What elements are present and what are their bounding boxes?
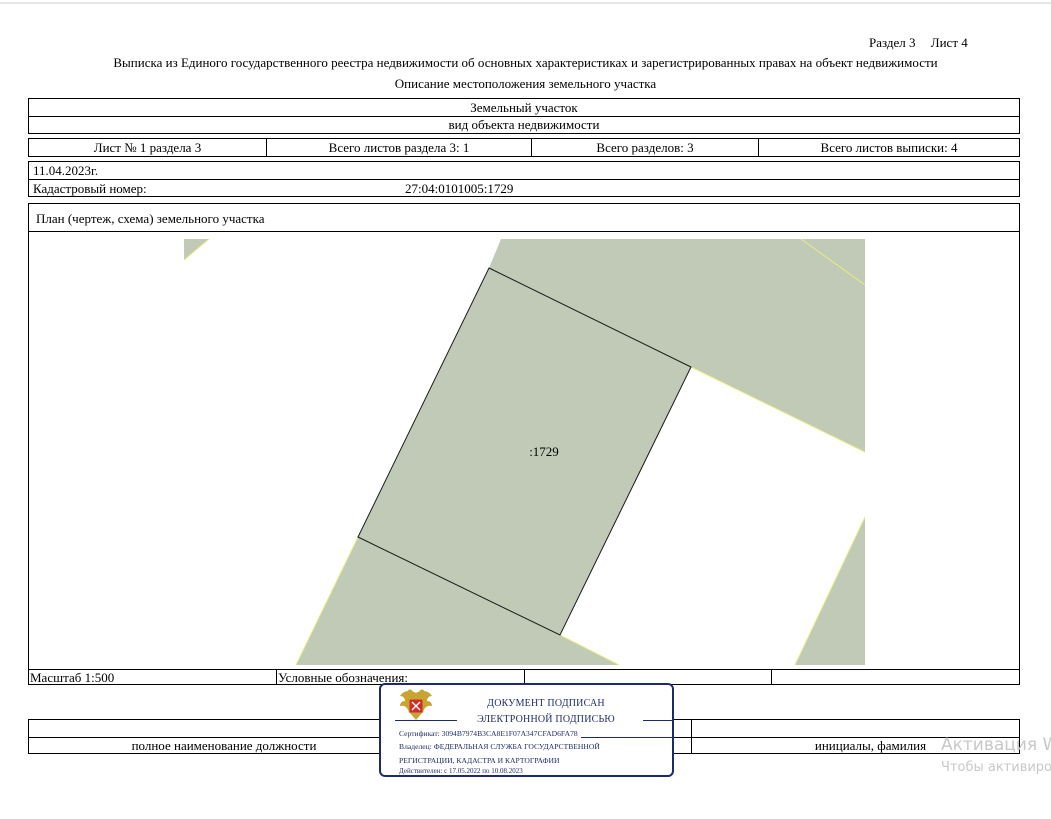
stamp-certificate: Сертификат: 3094B7974B3CA8E1F07A347CFAD6… [399, 729, 578, 738]
divider [29, 179, 1019, 180]
object-type-caption-row: вид объекта недвижимости [28, 116, 1020, 134]
stamp-line1: ДОКУМЕНТ ПОДПИСАН [487, 698, 605, 709]
sheets-info-row: Лист № 1 раздела 3 Всего листов раздела … [28, 138, 1020, 157]
object-type-row: Земельный участок [28, 98, 1020, 117]
stamp-rule [581, 737, 673, 738]
activation-watermark-text: Чтобы активиро [941, 760, 1051, 775]
total-sheets-section: Всего листов раздела 3: 1 [328, 139, 470, 155]
extract-date: 11.04.2023г. [33, 163, 99, 178]
sheet-of-section: Лист № 1 раздела 3 [93, 139, 202, 155]
page-top-border [0, 2, 1051, 4]
coat-of-arms-icon [400, 689, 432, 720]
document-subtitle: Описание местоположения земельного участ… [394, 76, 657, 91]
parcel-number-label: :1729 [529, 444, 559, 459]
e-signature-stamp: ДОКУМЕНТ ПОДПИСАН ЭЛЕКТРОННОЙ ПОДПИСЬЮ С… [379, 683, 674, 777]
cadastral-label: Кадастровый номер: [33, 181, 147, 196]
activation-watermark-title: Активация W [941, 735, 1051, 755]
cadastral-number: 27:04:0101005:1729 [405, 181, 514, 196]
position-caption: полное наименование должности [131, 738, 317, 753]
plan-title-row: План (чертеж, схема) земельного участка [28, 203, 1020, 232]
stamp-validity: Действителен: с 17.05.2022 по 10.08.2023 [399, 767, 523, 775]
sheet-label: Лист 4 [930, 35, 968, 50]
object-type: Земельный участок [470, 99, 578, 115]
total-sheets-extract: Всего листов выписки: 4 [820, 139, 958, 155]
section-sheet-label: Раздел 3 Лист 4 [869, 35, 968, 51]
divider [276, 670, 277, 684]
stamp-owner-line2: РЕГИСТРАЦИИ, КАДАСТРА И КАРТОГРАФИИ [399, 756, 560, 765]
divider [524, 670, 525, 684]
stamp-rule [643, 720, 673, 721]
total-sections: Всего разделов: 3 [596, 139, 694, 155]
document-title: Выписка из Единого государственного реес… [113, 55, 938, 70]
plan-title: План (чертеж, схема) земельного участка [36, 211, 265, 226]
info-table: 11.04.2023г. Кадастровый номер: 27:04:01… [28, 161, 1020, 197]
scale-label: Масштаб 1:500 [30, 670, 115, 685]
object-type-caption: вид объекта недвижимости [448, 117, 600, 132]
stamp-line2: ЭЛЕКТРОННОЙ ПОДПИСЬЮ [477, 714, 615, 725]
divider [771, 670, 772, 684]
section-label: Раздел 3 [869, 35, 916, 50]
stamp-owner-line1: Владелец: ФЕДЕРАЛЬНАЯ СЛУЖБА ГОСУДАРСТВЕ… [399, 742, 600, 751]
parcel-plan: :1729 [184, 239, 865, 665]
